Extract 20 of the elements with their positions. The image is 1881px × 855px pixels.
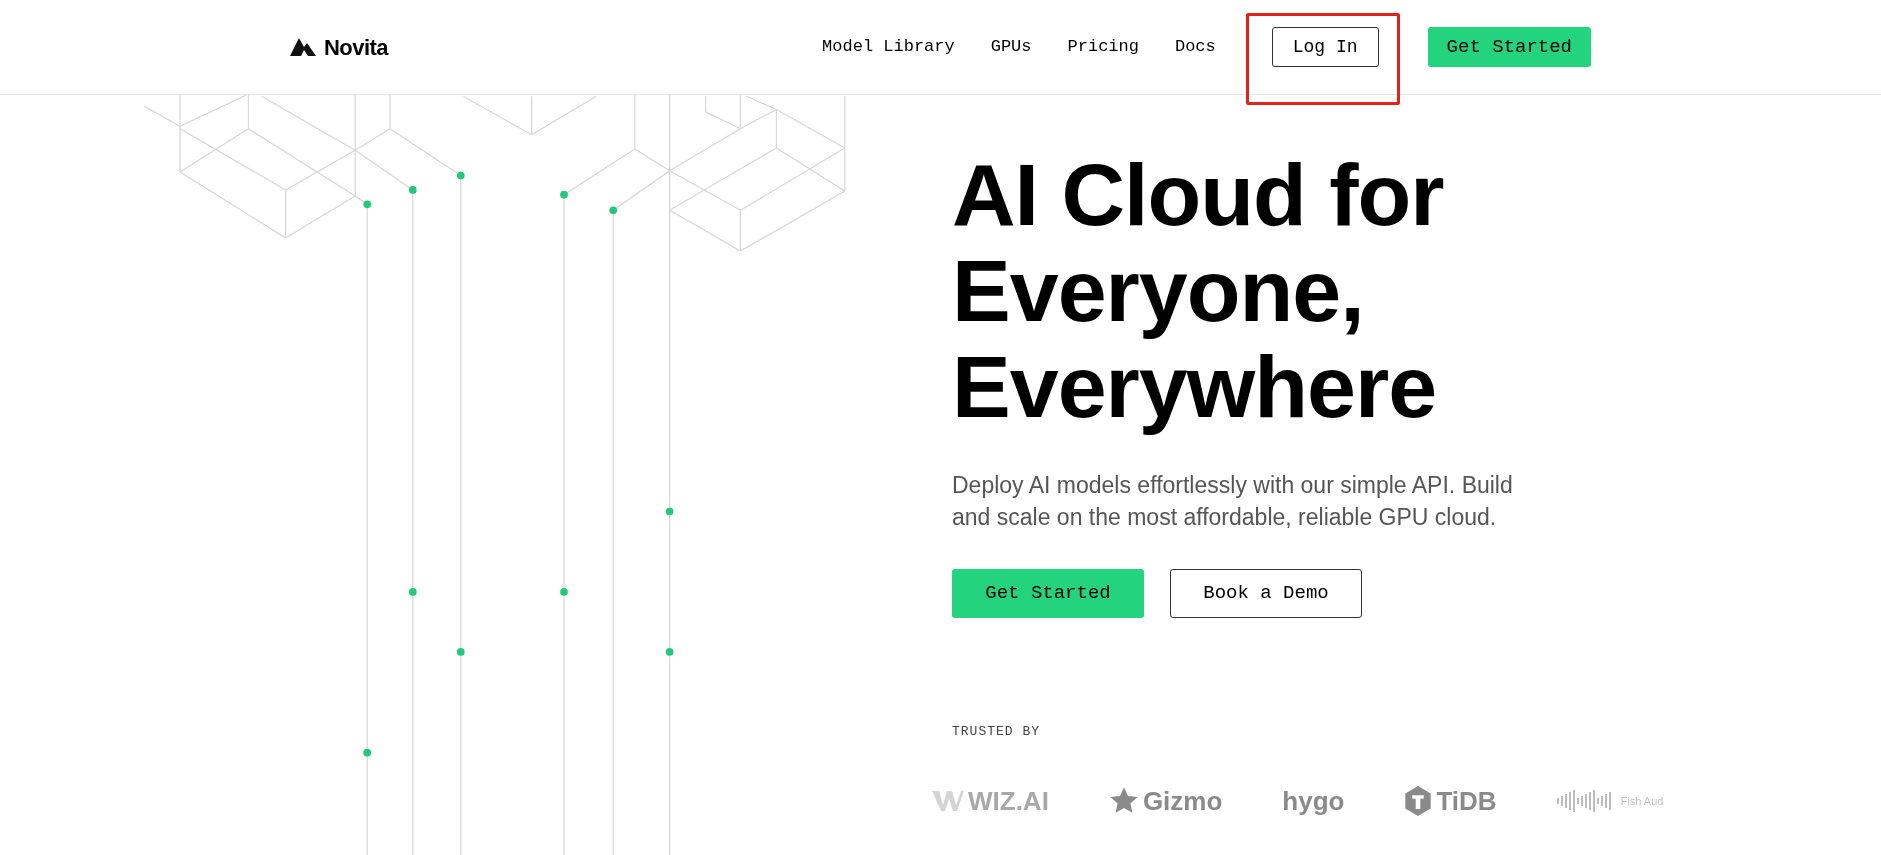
nav-link[interactable]: Docs [1174,34,1216,60]
login-button[interactable]: Log In [1271,27,1379,67]
get-started-button[interactable]: Get Started [1427,27,1591,67]
book-demo-button[interactable]: Book a Demo [1170,569,1362,618]
partner-logo-name: hygo [1282,784,1345,818]
hero-title: AI Cloud for Everyone, Everywhere [952,147,1445,435]
brand-name: Novita [324,33,388,62]
get-started-button[interactable]: Get Started [952,569,1144,618]
partner-logo-name: TiDB [1436,784,1497,818]
nav-link[interactable]: GPUs [990,34,1032,60]
nav-link[interactable]: Model Library [822,34,955,60]
partner-logo-name: Gizmo [1142,784,1223,818]
partner-logo-name: Fish Aud [1620,793,1664,809]
w-mark-icon [932,789,964,813]
nav-link[interactable]: Pricing [1067,34,1139,60]
partner-logo-name: WIZ.AI [968,784,1049,818]
logo-icon [290,38,316,56]
hero-subtitle: Deploy AI models effortlessly with our simple API. Build and scale on the most affordable, reliable GPU cloud. [952,471,1514,532]
trusted-by-label: TRUSTED BY [952,723,1041,741]
hexagon-logo-icon [1404,786,1433,816]
